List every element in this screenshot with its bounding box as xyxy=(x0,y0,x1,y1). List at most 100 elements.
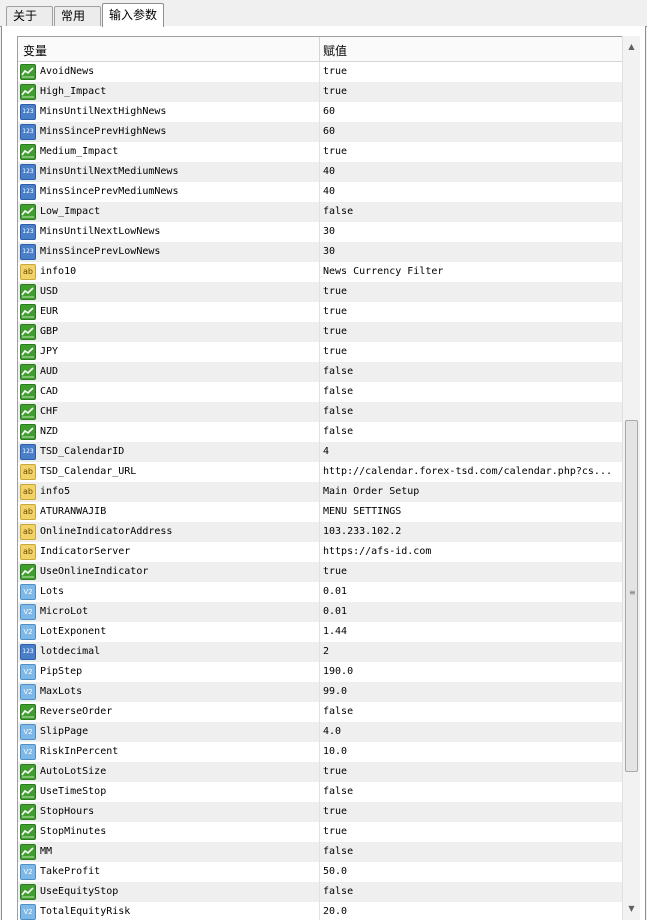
variable-value[interactable]: 0.01 xyxy=(323,602,621,622)
scroll-up-arrow-icon[interactable]: ▲ xyxy=(623,38,640,55)
double-type-icon: V2 xyxy=(20,604,36,620)
variable-value[interactable]: false xyxy=(323,362,621,382)
table-row[interactable]: 123 TSD_CalendarID 4 xyxy=(18,442,622,462)
variable-value[interactable]: 4.0 xyxy=(323,722,621,742)
table-row[interactable]: AvoidNews true xyxy=(18,62,622,82)
column-header-value[interactable]: 赋值 xyxy=(323,42,347,59)
variable-value[interactable]: 10.0 xyxy=(323,742,621,762)
variable-value[interactable]: 40 xyxy=(323,162,621,182)
variable-value[interactable]: 30 xyxy=(323,222,621,242)
table-row[interactable]: 123 lotdecimal 2 xyxy=(18,642,622,662)
bool-type-icon xyxy=(20,344,36,360)
table-row[interactable]: UseEquityStop false xyxy=(18,882,622,902)
variable-value[interactable]: true xyxy=(323,322,621,342)
table-row[interactable]: 123 MinsUntilNextLowNews 30 xyxy=(18,222,622,242)
variable-value[interactable]: true xyxy=(323,562,621,582)
variable-name: ATURANWAJIB xyxy=(40,506,107,517)
variable-value[interactable]: News Currency Filter xyxy=(323,262,621,282)
table-row[interactable]: CHF false xyxy=(18,402,622,422)
variable-value[interactable]: 1.44 xyxy=(323,622,621,642)
table-row[interactable]: High_Impact true xyxy=(18,82,622,102)
table-row[interactable]: StopMinutes true xyxy=(18,822,622,842)
variable-value[interactable]: 60 xyxy=(323,122,621,142)
table-row[interactable]: AUD false xyxy=(18,362,622,382)
table-row[interactable]: ab IndicatorServer https://afs-id.com xyxy=(18,542,622,562)
variable-value[interactable]: true xyxy=(323,802,621,822)
scroll-down-arrow-icon[interactable]: ▼ xyxy=(623,900,640,917)
variable-value[interactable]: false xyxy=(323,702,621,722)
variable-value[interactable]: true xyxy=(323,822,621,842)
table-row[interactable]: V2 TotalEquityRisk 20.0 xyxy=(18,902,622,920)
variable-value[interactable]: 103.233.102.2 xyxy=(323,522,621,542)
variable-value[interactable]: http://calendar.forex-tsd.com/calendar.p… xyxy=(323,462,621,482)
variable-value[interactable]: false xyxy=(323,402,621,422)
variable-value[interactable]: true xyxy=(323,142,621,162)
table-row[interactable]: 123 MinsUntilNextMediumNews 40 xyxy=(18,162,622,182)
vertical-scrollbar[interactable]: ▲ ≡ ▼ xyxy=(622,36,640,920)
table-row[interactable]: V2 MaxLots 99.0 xyxy=(18,682,622,702)
table-row[interactable]: MM false xyxy=(18,842,622,862)
table-row[interactable]: ab TSD_Calendar_URL http://calendar.forex… xyxy=(18,462,622,482)
table-row[interactable]: V2 LotExponent 1.44 xyxy=(18,622,622,642)
variable-value[interactable]: true xyxy=(323,342,621,362)
table-row[interactable]: Medium_Impact true xyxy=(18,142,622,162)
table-row[interactable]: Low_Impact false xyxy=(18,202,622,222)
variable-value[interactable]: false xyxy=(323,782,621,802)
table-row[interactable]: ab ATURANWAJIB MENU SETTINGS xyxy=(18,502,622,522)
table-row[interactable]: GBP true xyxy=(18,322,622,342)
table-row[interactable]: 123 MinsUntilNextHighNews 60 xyxy=(18,102,622,122)
variable-value[interactable]: true xyxy=(323,302,621,322)
table-row[interactable]: UseOnlineIndicator true xyxy=(18,562,622,582)
variable-value[interactable]: 190.0 xyxy=(323,662,621,682)
variable-value[interactable]: false xyxy=(323,382,621,402)
table-row[interactable]: ReverseOrder false xyxy=(18,702,622,722)
variable-value[interactable]: https://afs-id.com xyxy=(323,542,621,562)
table-row[interactable]: USD true xyxy=(18,282,622,302)
table-row[interactable]: ab OnlineIndicatorAddress 103.233.102.2 xyxy=(18,522,622,542)
table-row[interactable]: NZD false xyxy=(18,422,622,442)
variable-value[interactable]: false xyxy=(323,202,621,222)
tab-common[interactable]: 常用 xyxy=(54,6,101,26)
table-row[interactable]: CAD false xyxy=(18,382,622,402)
table-row[interactable]: ab info5 Main Order Setup xyxy=(18,482,622,502)
variable-value[interactable]: MENU SETTINGS xyxy=(323,502,621,522)
table-row[interactable]: V2 SlipPage 4.0 xyxy=(18,722,622,742)
variable-value[interactable]: 2 xyxy=(323,642,621,662)
table-row[interactable]: AutoLotSize true xyxy=(18,762,622,782)
column-separator[interactable] xyxy=(319,37,320,61)
table-row[interactable]: V2 TakeProfit 50.0 xyxy=(18,862,622,882)
variable-value[interactable]: 0.01 xyxy=(323,582,621,602)
variable-value[interactable]: Main Order Setup xyxy=(323,482,621,502)
table-row[interactable]: 123 MinsSincePrevHighNews 60 xyxy=(18,122,622,142)
column-header-variable[interactable]: 变量 xyxy=(23,42,47,59)
variable-value[interactable]: true xyxy=(323,62,621,82)
table-row[interactable]: 123 MinsSincePrevLowNews 30 xyxy=(18,242,622,262)
variable-value[interactable]: true xyxy=(323,762,621,782)
table-row[interactable]: JPY true xyxy=(18,342,622,362)
tab-about[interactable]: 关于 xyxy=(6,6,53,26)
table-row[interactable]: ab info10 News Currency Filter xyxy=(18,262,622,282)
variable-value[interactable]: false xyxy=(323,422,621,442)
variable-value[interactable]: 50.0 xyxy=(323,862,621,882)
scroll-thumb[interactable]: ≡ xyxy=(625,420,638,772)
double-type-icon: V2 xyxy=(20,904,36,920)
variable-value[interactable]: true xyxy=(323,282,621,302)
variable-value[interactable]: false xyxy=(323,882,621,902)
table-row[interactable]: UseTimeStop false xyxy=(18,782,622,802)
variable-value[interactable]: 40 xyxy=(323,182,621,202)
variable-value[interactable]: false xyxy=(323,842,621,862)
variable-value[interactable]: 4 xyxy=(323,442,621,462)
table-row[interactable]: 123 MinsSincePrevMediumNews 40 xyxy=(18,182,622,202)
table-row[interactable]: StopHours true xyxy=(18,802,622,822)
table-row[interactable]: V2 PipStep 190.0 xyxy=(18,662,622,682)
tab-inputs[interactable]: 输入参数 xyxy=(102,3,164,27)
variable-value[interactable]: 99.0 xyxy=(323,682,621,702)
variable-value[interactable]: 30 xyxy=(323,242,621,262)
table-row[interactable]: V2 MicroLot 0.01 xyxy=(18,602,622,622)
variable-value[interactable]: true xyxy=(323,82,621,102)
variable-value[interactable]: 20.0 xyxy=(323,902,621,920)
table-row[interactable]: EUR true xyxy=(18,302,622,322)
variable-value[interactable]: 60 xyxy=(323,102,621,122)
table-row[interactable]: V2 RiskInPercent 10.0 xyxy=(18,742,622,762)
table-row[interactable]: V2 Lots 0.01 xyxy=(18,582,622,602)
